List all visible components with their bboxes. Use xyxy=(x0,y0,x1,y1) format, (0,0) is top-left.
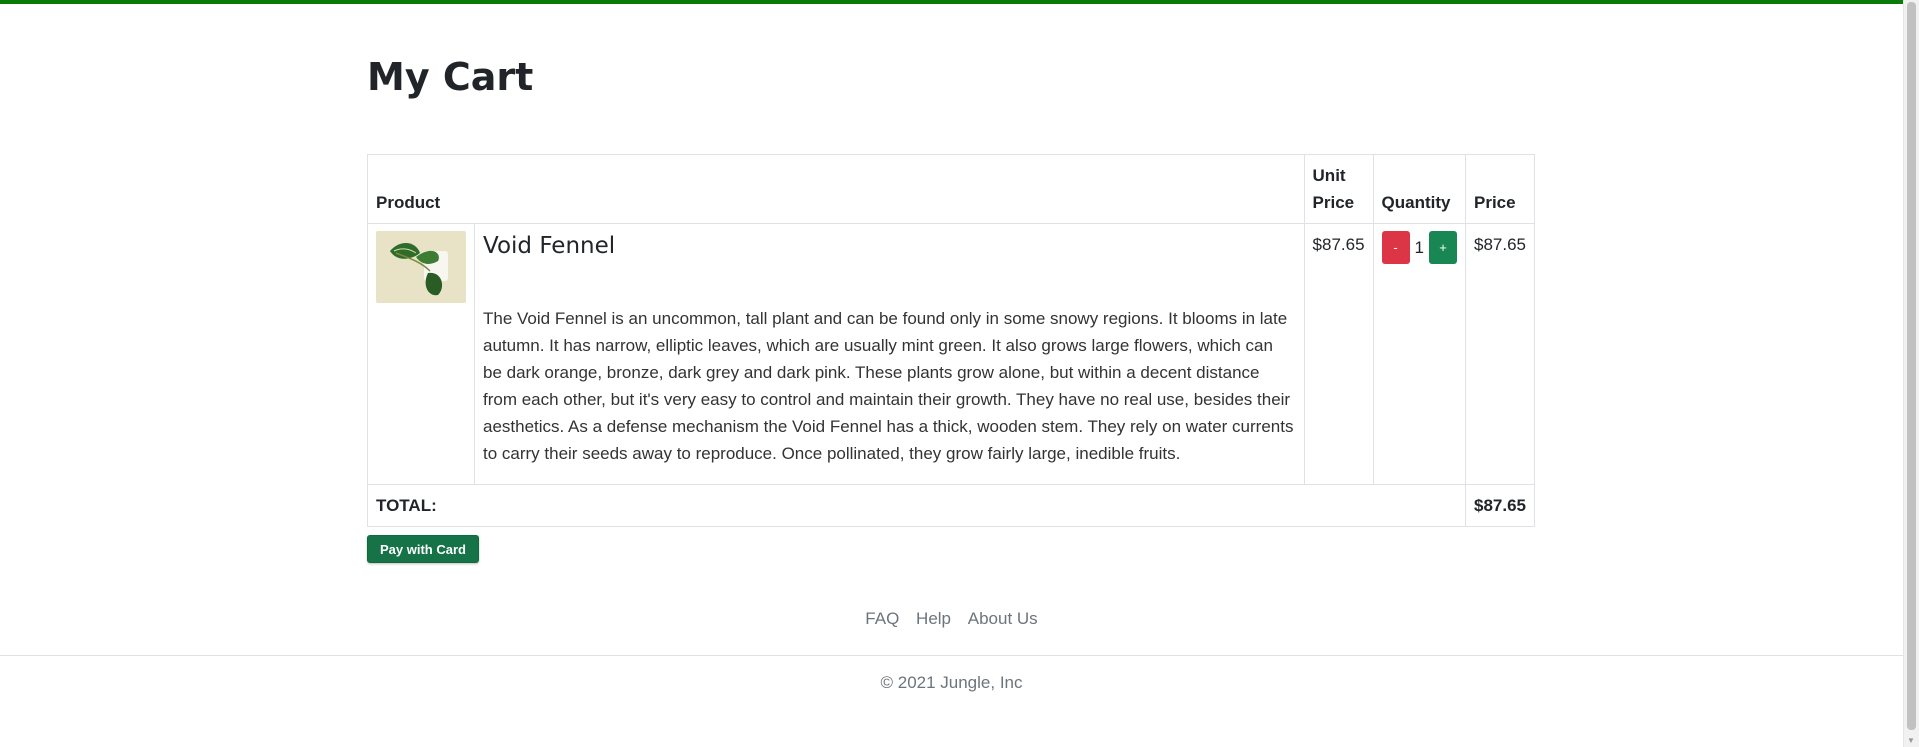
product-description: The Void Fennel is an uncommon, tall pla… xyxy=(483,309,1294,463)
footer-link-about-us[interactable]: About Us xyxy=(968,609,1038,628)
pay-with-card-button[interactable]: Pay with Card xyxy=(367,535,479,563)
vertical-scrollbar[interactable]: ▼ xyxy=(1903,0,1919,747)
header-price: Price xyxy=(1465,154,1535,224)
total-value: $87.65 xyxy=(1465,484,1535,527)
product-image-cell xyxy=(367,223,475,485)
total-label: TOTAL: xyxy=(367,484,1466,527)
footer-nav: FAQ Help About Us xyxy=(0,609,1903,629)
cart-table-header-row: Product Unit Price Quantity Price xyxy=(367,154,1535,224)
footer-divider xyxy=(0,655,1903,656)
increment-quantity-button[interactable]: + xyxy=(1429,231,1457,264)
cart-table: Product Unit Price Quantity Price Void F… xyxy=(367,154,1535,527)
line-price-cell: $87.65 xyxy=(1465,223,1535,485)
unit-price-cell: $87.65 xyxy=(1303,223,1374,485)
scroll-down-arrow-icon[interactable]: ▼ xyxy=(1907,736,1915,745)
footer-link-faq[interactable]: FAQ xyxy=(865,609,899,628)
product-image xyxy=(376,231,466,303)
page: My Cart Product Unit Price Quantity Pric… xyxy=(0,0,1903,747)
copyright-text: © 2021 Jungle, Inc xyxy=(880,673,1023,692)
page-title: My Cart xyxy=(367,55,534,99)
product-info-cell: Void Fennel The Void Fennel is an uncomm… xyxy=(474,223,1305,485)
header-unit-price: Unit Price xyxy=(1303,154,1374,224)
quantity-stepper: - 1 + xyxy=(1381,231,1457,264)
header-product: Product xyxy=(367,154,1305,224)
header-quantity: Quantity xyxy=(1372,154,1467,224)
footer-link-help[interactable]: Help xyxy=(916,609,951,628)
table-row: Void Fennel The Void Fennel is an uncomm… xyxy=(367,223,1535,485)
scrollbar-thumb[interactable] xyxy=(1907,2,1916,730)
total-row: TOTAL: $87.65 xyxy=(367,484,1535,527)
decrement-quantity-button[interactable]: - xyxy=(1381,231,1410,264)
quantity-cell: - 1 + xyxy=(1372,223,1467,485)
top-accent-bar xyxy=(0,0,1903,4)
product-name: Void Fennel xyxy=(483,233,616,259)
quantity-value: 1 xyxy=(1414,238,1424,257)
